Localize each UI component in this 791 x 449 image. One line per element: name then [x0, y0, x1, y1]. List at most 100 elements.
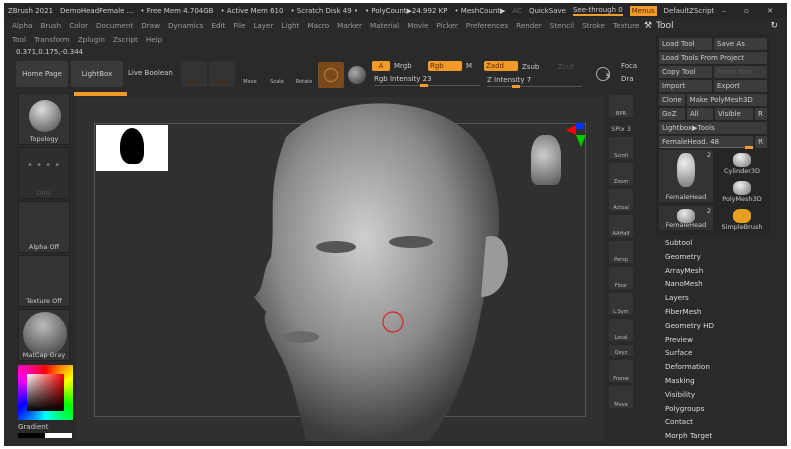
all-button[interactable]: All — [687, 108, 713, 120]
menu-zplugin[interactable]: Zplugin — [78, 35, 105, 44]
zcut-toggle[interactable]: Zcut — [558, 63, 574, 71]
make-polymesh-button[interactable]: Make PolyMesh3D — [686, 94, 767, 106]
section-preview[interactable]: Preview — [665, 333, 714, 347]
main-color-swatch[interactable] — [18, 433, 45, 438]
tool-thumbnail-simplebrush[interactable]: SimpleBrush — [715, 206, 769, 232]
menu-color[interactable]: Color — [69, 21, 88, 30]
lsym-button[interactable]: L.Sym — [609, 293, 633, 315]
menu-alpha[interactable]: Alpha — [12, 21, 32, 30]
z-intensity-slider[interactable]: Z Intensity 7 — [487, 76, 582, 88]
material-button[interactable]: MatCap Gray — [18, 309, 70, 361]
section-nanomesh[interactable]: NanoMesh — [665, 277, 714, 291]
aahalf-button[interactable]: AAHalf — [609, 215, 633, 237]
xyz-button[interactable]: Qxyz — [609, 345, 633, 356]
mrgb-toggle[interactable]: Mrgb — [394, 62, 412, 70]
menu-texture[interactable]: Texture — [613, 21, 639, 30]
frame-button[interactable]: Frame — [609, 360, 633, 382]
menu-stroke[interactable]: Stroke — [582, 21, 605, 30]
clone-button[interactable]: Clone — [659, 94, 685, 106]
section-layers[interactable]: Layers — [665, 291, 714, 305]
move-button[interactable]: Move — [237, 61, 263, 87]
current-tool-slider[interactable]: FemaleHead. 48 — [659, 136, 754, 148]
section-polygroups[interactable]: Polygroups — [665, 402, 714, 416]
home-page-button[interactable]: Home Page — [16, 61, 68, 87]
rgb-toggle[interactable]: Rgb — [428, 61, 462, 71]
menu-zscript[interactable]: Zscript — [113, 35, 138, 44]
menu-stencil[interactable]: Stencil — [550, 21, 574, 30]
export-button[interactable]: Export — [714, 80, 767, 92]
m-toggle[interactable]: M — [466, 62, 472, 70]
menu-help[interactable]: Help — [146, 35, 162, 44]
section-fibermesh[interactable]: FiberMesh — [665, 305, 714, 319]
menu-edit[interactable]: Edit — [211, 21, 225, 30]
default-zscript-button[interactable]: DefaultZScript — [664, 7, 715, 15]
r-button[interactable]: R — [755, 108, 767, 120]
zoom-button[interactable]: Zoom — [609, 163, 633, 185]
tool-thumbnail-femalehead[interactable]: FemaleHead 2 — [659, 206, 713, 230]
menu-transform[interactable]: Transform — [34, 35, 70, 44]
see-through-slider[interactable]: See-through 0 — [572, 6, 623, 16]
draw-size-icon[interactable]: 5 — [596, 67, 610, 81]
current-r-button[interactable]: R — [755, 136, 767, 148]
focal-shift-slider[interactable]: Foca — [621, 62, 637, 70]
menu-dynamics[interactable]: Dynamics — [168, 21, 203, 30]
live-boolean-button[interactable]: Live Boolean — [128, 69, 173, 77]
menu-document[interactable]: Document — [96, 21, 133, 30]
scroll-button[interactable]: Scroll — [609, 137, 633, 159]
tool-thumbnail-polymesh3d[interactable]: PolyMesh3D — [715, 178, 769, 204]
rotate-button[interactable]: Rotate — [291, 61, 317, 87]
section-subtool[interactable]: Subtool — [665, 236, 714, 250]
menu-tool[interactable]: Tool — [12, 35, 26, 44]
menu-file[interactable]: File — [233, 21, 245, 30]
orientation-gizmo[interactable] — [531, 135, 561, 185]
section-masking[interactable]: Masking — [665, 374, 714, 388]
import-button[interactable]: Import — [659, 80, 712, 92]
window-controls-icon[interactable]: – ▫ ✕ — [722, 7, 787, 15]
local-button[interactable]: Local — [609, 319, 633, 341]
actual-button[interactable]: Actual — [609, 189, 633, 211]
menu-marker[interactable]: Marker — [337, 21, 362, 30]
brush-icon[interactable] — [318, 62, 344, 88]
tool-thumbnail-cylinder3d[interactable]: Cylinder3D — [715, 150, 769, 176]
alpha-button[interactable]: Alpha Off — [18, 201, 70, 253]
load-tools-from-project-button[interactable]: Load Tools From Project — [659, 52, 767, 64]
goz-button[interactable]: GoZ — [659, 108, 685, 120]
menu-material[interactable]: Material — [370, 21, 399, 30]
menu-draw[interactable]: Draw — [141, 21, 160, 30]
tool-thumbnail-femalehead[interactable]: FemaleHead 2 — [659, 150, 713, 202]
canvas[interactable] — [76, 97, 604, 441]
section-geometry[interactable]: Geometry — [665, 250, 714, 264]
lightbox-button[interactable]: LightBox — [71, 61, 123, 87]
menu-brush[interactable]: Brush — [40, 21, 61, 30]
menus-toggle[interactable]: Menus — [629, 5, 657, 16]
stroke-icon[interactable] — [348, 66, 366, 84]
menu-render[interactable]: Render — [516, 21, 542, 30]
section-geometry-hd[interactable]: Geometry HD — [665, 319, 714, 333]
persp-button[interactable]: Persp — [609, 241, 633, 263]
section-arraymesh[interactable]: ArrayMesh — [665, 264, 714, 278]
zadd-toggle[interactable]: Zadd — [484, 61, 518, 71]
color-picker[interactable] — [18, 365, 73, 420]
head-model[interactable] — [76, 97, 604, 441]
menu-picker[interactable]: Picker — [436, 21, 457, 30]
paste-tool-button[interactable]: Paste Tool — [714, 66, 767, 78]
section-deformation[interactable]: Deformation — [665, 360, 714, 374]
quicksave-button[interactable]: QuickSave — [529, 7, 566, 15]
a-toggle[interactable]: A — [372, 61, 390, 71]
menu-macro[interactable]: Macro — [307, 21, 329, 30]
zsub-toggle[interactable]: Zsub — [522, 63, 539, 71]
menu-movie[interactable]: Movie — [407, 21, 428, 30]
visible-button[interactable]: Visible — [715, 108, 753, 120]
rgb-intensity-slider[interactable]: Rgb Intensity 23 — [374, 75, 480, 87]
draw-size-slider[interactable]: Dra — [621, 75, 634, 83]
menu-light[interactable]: Light — [281, 21, 299, 30]
section-contact[interactable]: Contact — [665, 415, 714, 429]
save-as-button[interactable]: Save As — [714, 38, 767, 50]
reset-icon[interactable]: ↻ — [770, 21, 778, 31]
secondary-color-swatch[interactable] — [45, 433, 72, 438]
load-tool-button[interactable]: Load Tool — [659, 38, 712, 50]
draw-button[interactable]: Draw — [209, 61, 235, 87]
menu-preferences[interactable]: Preferences — [466, 21, 508, 30]
section-visibility[interactable]: Visibility — [665, 388, 714, 402]
spix-button[interactable]: SPix 3 — [609, 121, 633, 133]
